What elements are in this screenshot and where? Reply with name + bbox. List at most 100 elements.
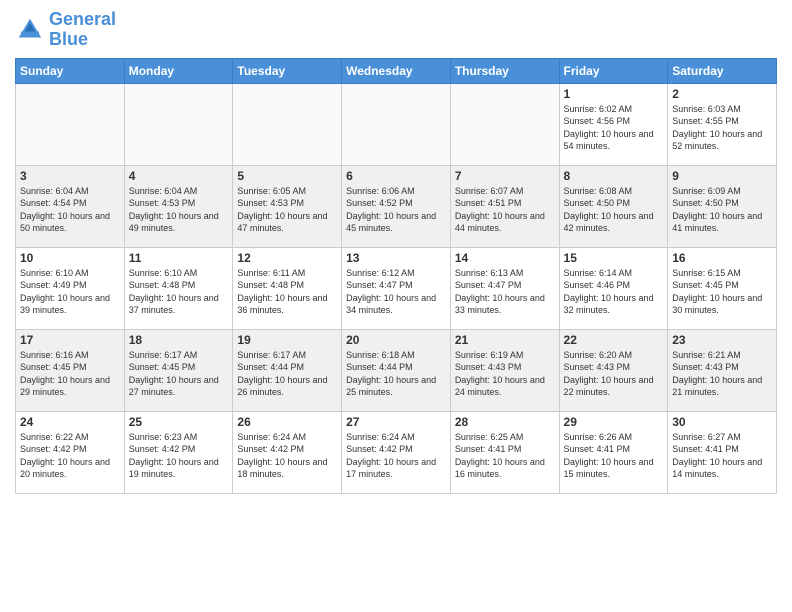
calendar-cell (16, 83, 125, 165)
day-number: 15 (564, 251, 664, 265)
day-number: 14 (455, 251, 555, 265)
calendar-row-2: 10Sunrise: 6:10 AM Sunset: 4:49 PM Dayli… (16, 247, 777, 329)
calendar-cell: 26Sunrise: 6:24 AM Sunset: 4:42 PM Dayli… (233, 411, 342, 493)
day-info: Sunrise: 6:24 AM Sunset: 4:42 PM Dayligh… (237, 431, 337, 481)
calendar-cell: 17 Sunrise: 6:16 AM Sunset: 4:45 PM Dayli… (16, 329, 125, 411)
day-number: 25 (129, 415, 229, 429)
day-info: Sunrise: 6:17 AM Sunset: 4:45 PM Dayligh… (129, 349, 229, 399)
calendar-cell: 28 Sunrise: 6:25 AM Sunset: 4:41 PM Dayli… (450, 411, 559, 493)
day-number: 6 (346, 169, 446, 183)
day-number: 23 (672, 333, 772, 347)
day-number: 17 (20, 333, 120, 347)
day-info: Sunrise: 6:15 AM Sunset: 4:45 PM Dayligh… (672, 267, 772, 317)
day-info: Sunrise: 6:10 AM Sunset: 4:48 PM Dayligh… (129, 267, 229, 317)
day-number: 28 (455, 415, 555, 429)
day-info: Sunrise: 6:04 AM Sunset: 4:53 PM Dayligh… (129, 185, 229, 235)
logo: General Blue (15, 10, 116, 50)
day-info: Sunrise: 6:21 AM Sunset: 4:43 PM Dayligh… (672, 349, 772, 399)
day-number: 20 (346, 333, 446, 347)
day-info: Sunrise: 6:05 AM Sunset: 4:53 PM Dayligh… (237, 185, 337, 235)
calendar-cell: 29 Sunrise: 6:26 AM Sunset: 4:41 PM Dayli… (559, 411, 668, 493)
day-info: Sunrise: 6:25 AM Sunset: 4:41 PM Dayligh… (455, 431, 555, 481)
day-number: 27 (346, 415, 446, 429)
day-number: 11 (129, 251, 229, 265)
calendar-table: SundayMondayTuesdayWednesdayThursdayFrid… (15, 58, 777, 494)
logo-icon (15, 15, 45, 45)
day-info: Sunrise: 6:22 AM Sunset: 4:42 PM Dayligh… (20, 431, 120, 481)
day-info: Sunrise: 6:02 AM Sunset: 4:56 PM Dayligh… (564, 103, 664, 153)
calendar-cell: 16 Sunrise: 6:15 AM Sunset: 4:45 PM Dayli… (668, 247, 777, 329)
day-number: 30 (672, 415, 772, 429)
calendar-cell (124, 83, 233, 165)
calendar-cell: 4Sunrise: 6:04 AM Sunset: 4:53 PM Daylig… (124, 165, 233, 247)
day-number: 21 (455, 333, 555, 347)
calendar-cell: 19Sunrise: 6:17 AM Sunset: 4:44 PM Dayli… (233, 329, 342, 411)
day-number: 3 (20, 169, 120, 183)
day-info: Sunrise: 6:12 AM Sunset: 4:47 PM Dayligh… (346, 267, 446, 317)
day-info: Sunrise: 6:08 AM Sunset: 4:50 PM Dayligh… (564, 185, 664, 235)
calendar-row-4: 24 Sunrise: 6:22 AM Sunset: 4:42 PM Dayli… (16, 411, 777, 493)
day-number: 9 (672, 169, 772, 183)
day-number: 22 (564, 333, 664, 347)
calendar-cell: 7Sunrise: 6:07 AM Sunset: 4:51 PM Daylig… (450, 165, 559, 247)
page: General Blue SundayMondayTuesdayWednesda… (0, 0, 792, 612)
calendar-cell: 18Sunrise: 6:17 AM Sunset: 4:45 PM Dayli… (124, 329, 233, 411)
day-info: Sunrise: 6:19 AM Sunset: 4:43 PM Dayligh… (455, 349, 555, 399)
calendar-cell (233, 83, 342, 165)
calendar-cell: 13 Sunrise: 6:12 AM Sunset: 4:47 PM Dayli… (342, 247, 451, 329)
header: General Blue (15, 10, 777, 50)
day-number: 8 (564, 169, 664, 183)
calendar-cell: 10Sunrise: 6:10 AM Sunset: 4:49 PM Dayli… (16, 247, 125, 329)
day-info: Sunrise: 6:11 AM Sunset: 4:48 PM Dayligh… (237, 267, 337, 317)
day-info: Sunrise: 6:27 AM Sunset: 4:41 PM Dayligh… (672, 431, 772, 481)
calendar-cell: 27 Sunrise: 6:24 AM Sunset: 4:42 PM Dayli… (342, 411, 451, 493)
calendar-row-1: 3 Sunrise: 6:04 AM Sunset: 4:54 PM Daylig… (16, 165, 777, 247)
day-info: Sunrise: 6:13 AM Sunset: 4:47 PM Dayligh… (455, 267, 555, 317)
weekday-header-tuesday: Tuesday (233, 58, 342, 83)
day-number: 29 (564, 415, 664, 429)
calendar-cell: 14 Sunrise: 6:13 AM Sunset: 4:47 PM Dayli… (450, 247, 559, 329)
day-info: Sunrise: 6:16 AM Sunset: 4:45 PM Dayligh… (20, 349, 120, 399)
calendar-cell: 3 Sunrise: 6:04 AM Sunset: 4:54 PM Daylig… (16, 165, 125, 247)
day-number: 19 (237, 333, 337, 347)
weekday-header-wednesday: Wednesday (342, 58, 451, 83)
calendar-cell: 2Sunrise: 6:03 AM Sunset: 4:55 PM Daylig… (668, 83, 777, 165)
day-number: 13 (346, 251, 446, 265)
calendar-cell: 8 Sunrise: 6:08 AM Sunset: 4:50 PM Daylig… (559, 165, 668, 247)
day-info: Sunrise: 6:24 AM Sunset: 4:42 PM Dayligh… (346, 431, 446, 481)
calendar-cell: 9 Sunrise: 6:09 AM Sunset: 4:50 PM Daylig… (668, 165, 777, 247)
weekday-header-saturday: Saturday (668, 58, 777, 83)
day-info: Sunrise: 6:20 AM Sunset: 4:43 PM Dayligh… (564, 349, 664, 399)
calendar-row-3: 17 Sunrise: 6:16 AM Sunset: 4:45 PM Dayli… (16, 329, 777, 411)
weekday-header-monday: Monday (124, 58, 233, 83)
logo-text: General Blue (49, 10, 116, 50)
day-info: Sunrise: 6:04 AM Sunset: 4:54 PM Dayligh… (20, 185, 120, 235)
day-info: Sunrise: 6:09 AM Sunset: 4:50 PM Dayligh… (672, 185, 772, 235)
calendar-cell: 1 Sunrise: 6:02 AM Sunset: 4:56 PM Daylig… (559, 83, 668, 165)
calendar-cell: 30 Sunrise: 6:27 AM Sunset: 4:41 PM Dayli… (668, 411, 777, 493)
calendar-cell: 15 Sunrise: 6:14 AM Sunset: 4:46 PM Dayli… (559, 247, 668, 329)
calendar-cell: 21 Sunrise: 6:19 AM Sunset: 4:43 PM Dayli… (450, 329, 559, 411)
weekday-header-row: SundayMondayTuesdayWednesdayThursdayFrid… (16, 58, 777, 83)
day-number: 1 (564, 87, 664, 101)
day-info: Sunrise: 6:06 AM Sunset: 4:52 PM Dayligh… (346, 185, 446, 235)
calendar-cell (342, 83, 451, 165)
day-number: 12 (237, 251, 337, 265)
day-info: Sunrise: 6:14 AM Sunset: 4:46 PM Dayligh… (564, 267, 664, 317)
weekday-header-sunday: Sunday (16, 58, 125, 83)
calendar-cell: 11 Sunrise: 6:10 AM Sunset: 4:48 PM Dayli… (124, 247, 233, 329)
day-number: 24 (20, 415, 120, 429)
day-info: Sunrise: 6:10 AM Sunset: 4:49 PM Dayligh… (20, 267, 120, 317)
calendar-cell: 25 Sunrise: 6:23 AM Sunset: 4:42 PM Dayli… (124, 411, 233, 493)
calendar-cell: 20Sunrise: 6:18 AM Sunset: 4:44 PM Dayli… (342, 329, 451, 411)
day-info: Sunrise: 6:26 AM Sunset: 4:41 PM Dayligh… (564, 431, 664, 481)
weekday-header-thursday: Thursday (450, 58, 559, 83)
calendar-cell (450, 83, 559, 165)
calendar-row-0: 1 Sunrise: 6:02 AM Sunset: 4:56 PM Daylig… (16, 83, 777, 165)
day-info: Sunrise: 6:07 AM Sunset: 4:51 PM Dayligh… (455, 185, 555, 235)
day-number: 16 (672, 251, 772, 265)
calendar-cell: 23 Sunrise: 6:21 AM Sunset: 4:43 PM Dayli… (668, 329, 777, 411)
calendar-cell: 12 Sunrise: 6:11 AM Sunset: 4:48 PM Dayli… (233, 247, 342, 329)
day-info: Sunrise: 6:23 AM Sunset: 4:42 PM Dayligh… (129, 431, 229, 481)
day-number: 2 (672, 87, 772, 101)
